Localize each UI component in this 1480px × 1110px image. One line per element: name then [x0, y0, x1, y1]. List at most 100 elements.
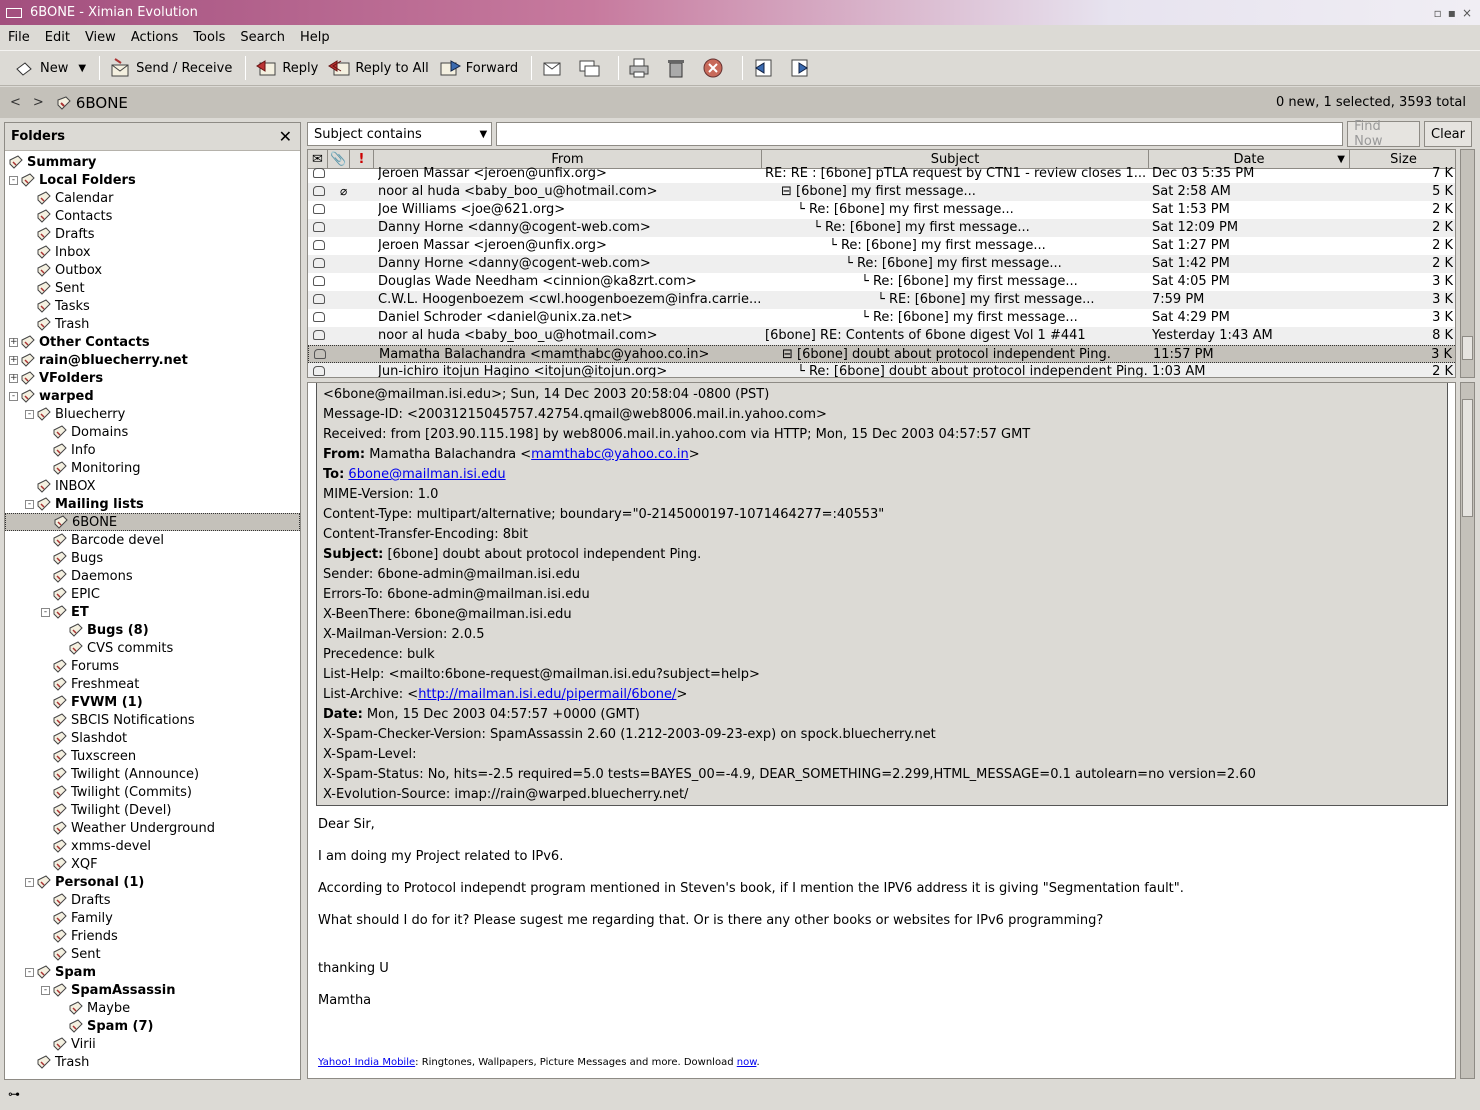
read-envelope-icon[interactable]	[314, 349, 326, 359]
message-row[interactable]: Mamatha Balachandra <mamthabc@yahoo.co.i…	[308, 345, 1455, 363]
copy-button[interactable]	[575, 53, 608, 83]
preview-scrollbar[interactable]	[1460, 382, 1475, 1079]
search-input[interactable]	[496, 122, 1344, 146]
read-envelope-icon[interactable]	[313, 366, 325, 376]
close-window-icon[interactable]: ×	[1462, 6, 1472, 20]
message-row[interactable]: Jeroen Massar <jeroen@unfix.org> RE: RE :…	[308, 165, 1455, 183]
menu-file[interactable]: File	[8, 30, 30, 45]
expand-icon[interactable]: +	[9, 355, 18, 365]
folder-item[interactable]: Twilight (Announce)	[5, 765, 300, 783]
folder-item[interactable]: - Spam	[5, 963, 300, 981]
folder-item[interactable]: Maybe	[5, 999, 300, 1017]
folder-item[interactable]: Drafts	[5, 891, 300, 909]
maximize-icon[interactable]: ▪	[1448, 6, 1456, 20]
previous-button[interactable]	[749, 53, 782, 83]
folder-item[interactable]: INBOX	[5, 477, 300, 495]
collapse-icon[interactable]: -	[9, 175, 18, 185]
folder-item[interactable]: FVWM (1)	[5, 693, 300, 711]
menu-search[interactable]: Search	[240, 30, 285, 45]
folder-item[interactable]: Outbox	[5, 261, 300, 279]
window-menu-icon[interactable]	[6, 7, 22, 18]
collapse-icon[interactable]: -	[41, 607, 50, 617]
folder-item[interactable]: Twilight (Commits)	[5, 783, 300, 801]
reply-all-button[interactable]: Reply to All	[325, 53, 431, 83]
folder-item[interactable]: - Mailing lists	[5, 495, 300, 513]
read-envelope-icon[interactable]	[313, 258, 325, 268]
folder-item[interactable]: Slashdot	[5, 729, 300, 747]
message-row[interactable]: C.W.L. Hoogenboezem <cwl.hoogenboezem@in…	[308, 291, 1455, 309]
folder-item[interactable]: EPIC	[5, 585, 300, 603]
collapse-icon[interactable]: -	[25, 409, 34, 419]
folder-item[interactable]: Virii	[5, 1035, 300, 1053]
reply-button[interactable]: Reply	[252, 53, 321, 83]
sender-email-link[interactable]: mamthabc@yahoo.co.in	[531, 447, 689, 462]
new-button[interactable]: New ▼	[10, 53, 89, 83]
folder-item[interactable]: Freshmeat	[5, 675, 300, 693]
move-button[interactable]	[538, 53, 571, 83]
folder-item[interactable]: Weather Underground	[5, 819, 300, 837]
read-envelope-icon[interactable]	[313, 294, 325, 304]
read-envelope-icon[interactable]	[313, 312, 325, 322]
folder-item[interactable]: Daemons	[5, 567, 300, 585]
folder-item[interactable]: Info	[5, 441, 300, 459]
collapse-icon[interactable]: -	[25, 499, 34, 509]
minimize-icon[interactable]: ▫	[1434, 6, 1442, 20]
folder-item[interactable]: xmms-devel	[5, 837, 300, 855]
message-list-scrollbar[interactable]	[1460, 149, 1475, 378]
send-receive-button[interactable]: Send / Receive	[106, 53, 235, 83]
folder-item[interactable]: 6BONE	[5, 513, 300, 531]
read-envelope-icon[interactable]	[313, 330, 325, 340]
folder-item[interactable]: Inbox	[5, 243, 300, 261]
folder-item[interactable]: - Personal (1)	[5, 873, 300, 891]
message-row[interactable]: Danny Horne <danny@cogent-web.com> └ Re: …	[308, 219, 1455, 237]
menu-view[interactable]: View	[85, 30, 116, 45]
folder-item[interactable]: + Other Contacts	[5, 333, 300, 351]
folder-item[interactable]: Tuxscreen	[5, 747, 300, 765]
chevron-down-icon[interactable]: ▼	[78, 63, 86, 74]
next-button[interactable]	[786, 53, 819, 83]
folder-item[interactable]: SBCIS Notifications	[5, 711, 300, 729]
message-row[interactable]: Daniel Schroder <daniel@unix.za.net> └ Re…	[308, 309, 1455, 327]
menu-actions[interactable]: Actions	[131, 30, 179, 45]
collapse-icon[interactable]: -	[25, 967, 34, 977]
folder-item[interactable]: - ET	[5, 603, 300, 621]
folder-item[interactable]: Trash	[5, 315, 300, 333]
folder-item[interactable]: Sent	[5, 945, 300, 963]
folder-item[interactable]: Drafts	[5, 225, 300, 243]
online-status-icon[interactable]: ⊶	[8, 1087, 20, 1101]
folder-item[interactable]: Twilight (Devel)	[5, 801, 300, 819]
message-row[interactable]: Jeroen Massar <jeroen@unfix.org> └ Re: [6…	[308, 237, 1455, 255]
close-icon[interactable]: ✕	[279, 127, 292, 146]
folder-item[interactable]: - SpamAssassin	[5, 981, 300, 999]
download-now-link[interactable]: now	[737, 1057, 757, 1068]
folder-item[interactable]: - Local Folders	[5, 171, 300, 189]
folder-item[interactable]: Calendar	[5, 189, 300, 207]
read-envelope-icon[interactable]	[313, 222, 325, 232]
folder-item[interactable]: CVS commits	[5, 639, 300, 657]
recipient-email-link[interactable]: 6bone@mailman.isi.edu	[348, 467, 505, 482]
stop-button[interactable]	[699, 53, 732, 83]
read-envelope-icon[interactable]	[313, 276, 325, 286]
menu-edit[interactable]: Edit	[45, 30, 70, 45]
folder-item[interactable]: XQF	[5, 855, 300, 873]
folder-item[interactable]: - warped	[5, 387, 300, 405]
read-envelope-icon[interactable]	[313, 168, 325, 178]
folder-item[interactable]: Family	[5, 909, 300, 927]
message-row[interactable]: noor al huda <baby_boo_u@hotmail.com> [6b…	[308, 327, 1455, 345]
scrollbar-thumb[interactable]	[1462, 399, 1473, 517]
yahoo-mobile-link[interactable]: Yahoo! India Mobile	[318, 1057, 415, 1068]
collapse-icon[interactable]: -	[9, 391, 18, 401]
folder-item[interactable]: Monitoring	[5, 459, 300, 477]
folder-item[interactable]: - Bluecherry	[5, 405, 300, 423]
forward-arrow-icon[interactable]: >	[33, 95, 44, 110]
collapse-icon[interactable]: -	[41, 985, 50, 995]
message-row[interactable]: Danny Horne <danny@cogent-web.com> └ Re: …	[308, 255, 1455, 273]
forward-button[interactable]: Forward	[436, 53, 521, 83]
expand-icon[interactable]: +	[9, 373, 18, 383]
folder-item[interactable]: Bugs	[5, 549, 300, 567]
folder-item[interactable]: Contacts	[5, 207, 300, 225]
back-arrow-icon[interactable]: <	[10, 95, 21, 110]
read-envelope-icon[interactable]	[313, 186, 325, 196]
folder-item[interactable]: Summary	[5, 153, 300, 171]
folder-item[interactable]: Tasks	[5, 297, 300, 315]
